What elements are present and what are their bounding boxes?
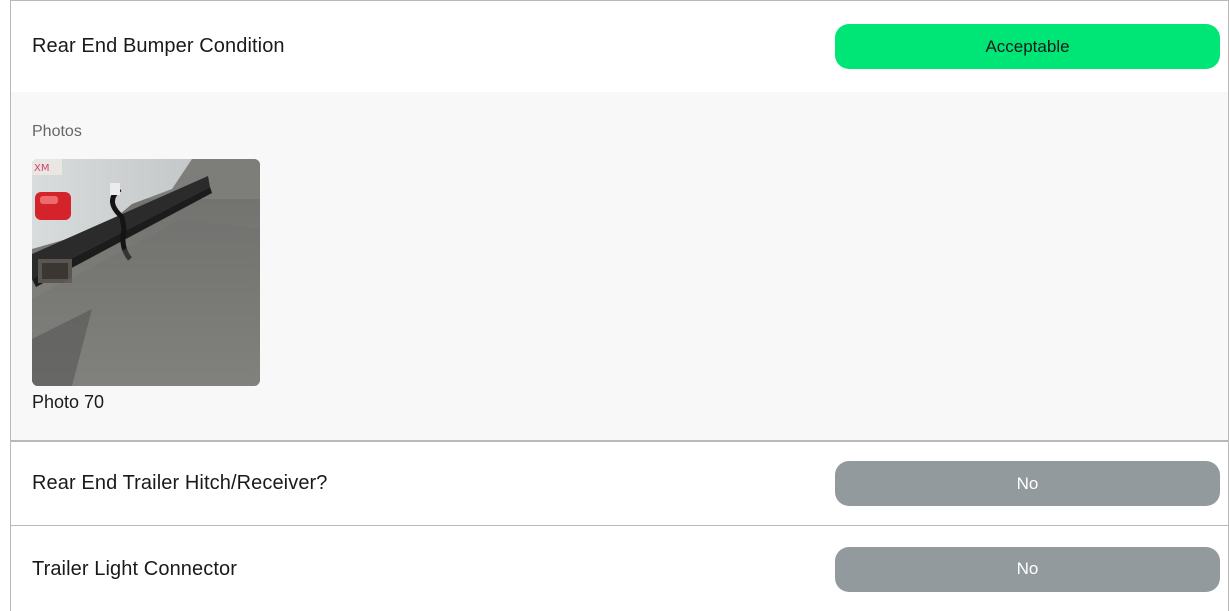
item-title: Rear End Trailer Hitch/Receiver? [32,472,328,494]
photo-caption: Photo 70 [32,392,105,412]
status-label: No [1016,473,1039,493]
photo-item[interactable]: XM [32,159,1207,386]
photos-label: Photos [32,123,82,140]
inspection-item-hitch: Rear End Trailer Hitch/Receiver? No [11,442,1228,526]
photos-section: Photos XM Photo 70 [11,92,1228,442]
trailer-bumper-photo[interactable]: XM [32,159,260,386]
inspection-panel: Rear End Bumper Condition Acceptable Pho… [10,0,1229,611]
status-button-acceptable[interactable]: Acceptable [835,24,1220,69]
svg-text:XM: XM [34,163,49,174]
status-label: No [1016,559,1039,578]
item-title: Trailer Light Connector [32,557,237,580]
item-title: Rear End Bumper Condition [32,35,285,57]
status-button-no[interactable]: No [835,546,1220,592]
status-button-no[interactable]: No [835,461,1220,506]
inspection-item-bumper: Rear End Bumper Condition Acceptable [11,1,1228,92]
inspection-item-light-connector: Trailer Light Connector No [11,526,1228,611]
status-label: Acceptable [985,36,1070,56]
